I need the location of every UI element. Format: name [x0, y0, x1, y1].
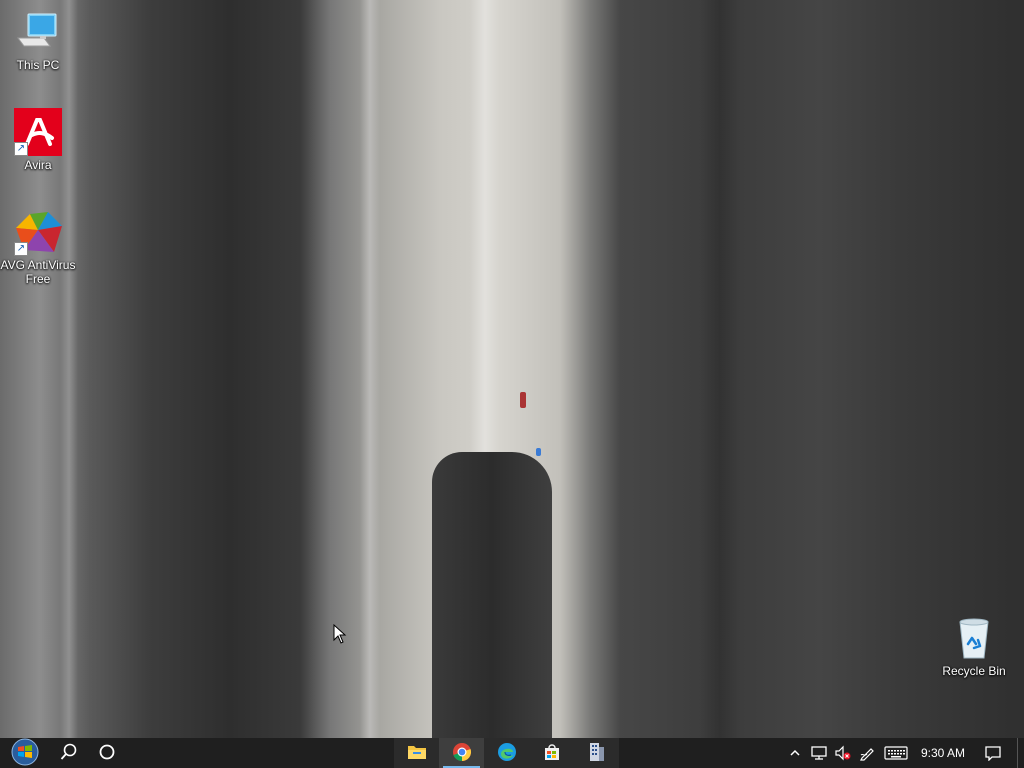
recycle-bin-icon [950, 614, 998, 662]
avg-icon: ↗ [14, 208, 62, 256]
desktop-icon-label: Recycle Bin [942, 664, 1006, 678]
network-icon[interactable] [807, 738, 831, 768]
chevron-up-icon[interactable] [783, 738, 807, 768]
wallpaper-image [0, 0, 1024, 738]
taskbar-google-chrome[interactable] [439, 738, 484, 768]
desktop-icon-this-pc[interactable]: This PC [0, 8, 76, 72]
edge-icon [497, 742, 517, 765]
desktop-icon-label: This PC [16, 58, 60, 72]
desktop-icon-avg-antivirus[interactable]: ↗ AVG AntiVirus Free [0, 208, 76, 286]
store-icon [543, 743, 561, 764]
pen-icon[interactable] [855, 738, 879, 768]
keyboard-icon[interactable] [879, 738, 913, 768]
desktop-icon-label: Avira [24, 158, 52, 172]
clock[interactable]: 9:30 AM [913, 746, 975, 760]
desktop-icon-avira[interactable]: ↗ Avira [0, 108, 76, 172]
volume-muted-icon[interactable] [831, 738, 855, 768]
taskbar-microsoft-edge[interactable] [484, 738, 529, 768]
avira-icon: ↗ [14, 108, 62, 156]
taskbar-app[interactable] [574, 738, 619, 768]
show-desktop-button[interactable] [1017, 738, 1024, 768]
pinned-apps [394, 738, 619, 768]
building-icon [588, 742, 606, 765]
computer-icon [14, 8, 62, 56]
chrome-icon [452, 742, 472, 765]
system-tray: 9:30 AM [783, 738, 1024, 768]
cortana-button[interactable] [88, 738, 126, 768]
search-icon [60, 743, 78, 764]
desktop[interactable]: This PC ↗ Avira ↗ AVG AntiVirus Free Rec… [0, 0, 1024, 768]
notification-icon[interactable] [975, 738, 1011, 768]
desktop-icon-label: AVG AntiVirus Free [0, 258, 76, 286]
mouse-cursor-icon [333, 623, 347, 649]
taskbar-microsoft-store[interactable] [529, 738, 574, 768]
search-button[interactable] [50, 738, 88, 768]
cortana-circle-icon [98, 743, 116, 764]
shortcut-arrow-icon: ↗ [14, 142, 28, 156]
desktop-icon-recycle-bin[interactable]: Recycle Bin [936, 614, 1012, 678]
taskbar: 9:30 AM [0, 738, 1024, 768]
folder-icon [407, 743, 427, 764]
shortcut-arrow-icon: ↗ [14, 242, 28, 256]
start-button[interactable] [0, 738, 50, 768]
windows-start-icon [8, 738, 42, 768]
taskbar-file-explorer[interactable] [394, 738, 439, 768]
